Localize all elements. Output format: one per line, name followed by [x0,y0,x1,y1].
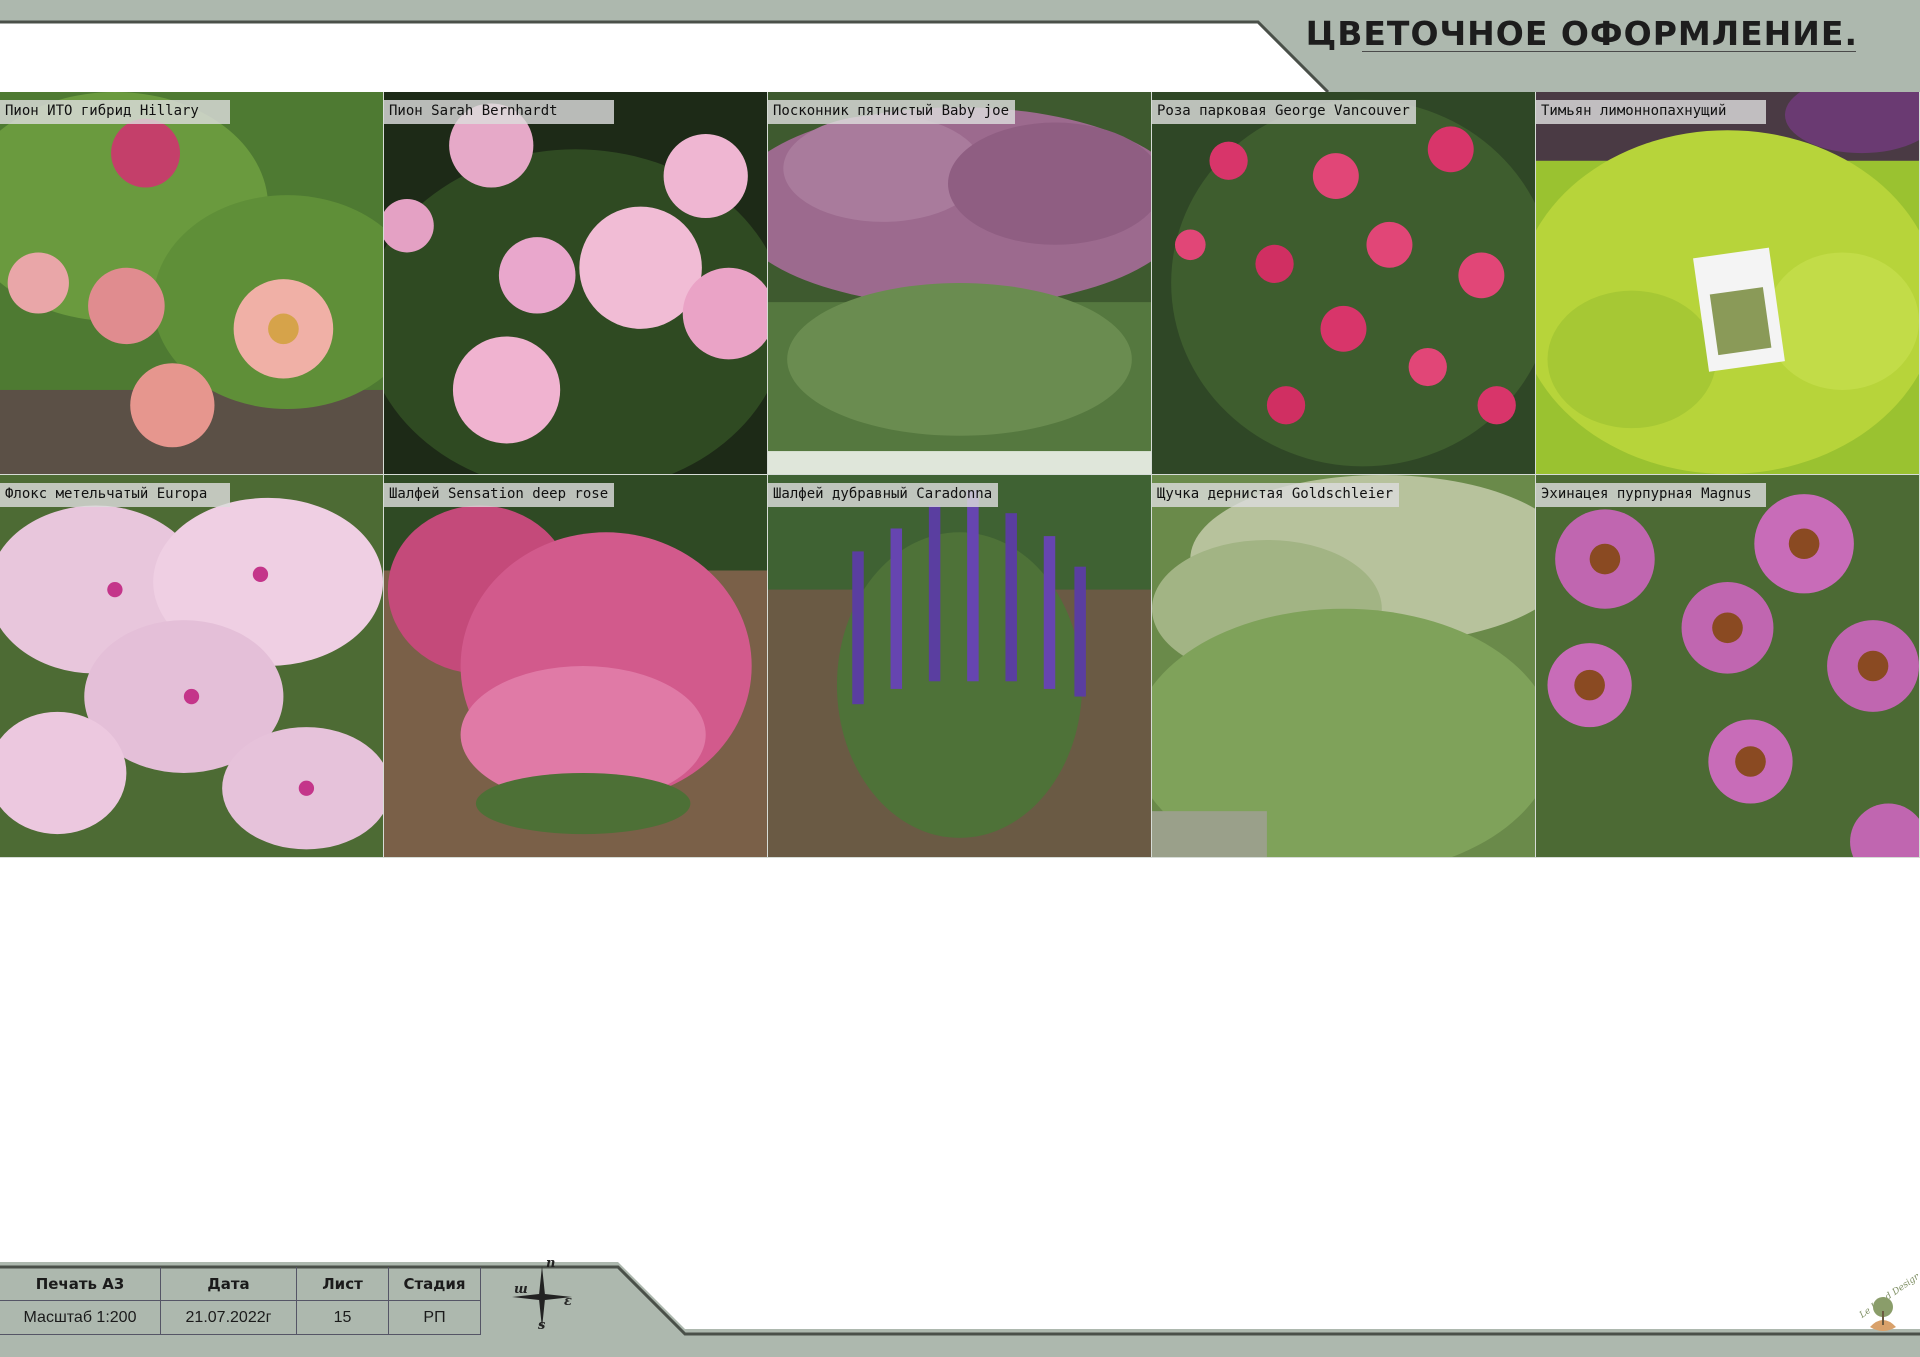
plant-label: Шалфей Sensation deep rose [384,483,615,507]
stage-header: Стадия [389,1267,481,1301]
plant-photo-eupatorium [768,92,1151,474]
plant-photo-thyme [1536,92,1919,474]
compass-rose: n s ш ε [508,1256,576,1333]
date-value: 21.07.2022г [161,1301,297,1335]
plant-label: Пион Sarah Bernhardt [384,100,614,124]
plant-gallery: Пион ИТО гибрид Hillary Пион Sarah Bernh… [0,92,1920,858]
plant-photo-peony-sarah [384,92,767,474]
plant-photo-salvia-rose [384,475,767,857]
plant-photo-echinacea [1536,475,1919,857]
plant-photo-deschampsia [1152,475,1535,857]
print-format-header: Печать А3 [0,1267,161,1301]
compass-north: n [546,1256,556,1271]
plant-label: Шалфей дубравный Caradonna [768,483,999,507]
plant-label: Пион ИТО гибрид Hillary [0,100,230,124]
compass-west: ш [514,1282,528,1297]
plant-tile: Шалфей дубравный Caradonna [768,475,1152,858]
plant-label: Флокс метельчатый Europa [0,483,230,507]
date-header: Дата [161,1267,297,1301]
sheet-header: Лист [297,1267,389,1301]
page-title: ЦВЕТОЧНОЕ ОФОРМЛЕНИЕ. [1305,14,1858,53]
compass-south: s [538,1318,546,1333]
plant-tile: Флокс метельчатый Europa [0,475,384,858]
sheet-value: 15 [297,1301,389,1335]
plant-photo-rose-vancouver [1152,92,1535,474]
title-block: Печать А3 Дата Лист Стадия Масштаб 1:200… [0,1267,481,1335]
plant-label: Щучка дернистая Goldschleier [1152,483,1400,507]
plant-label: Эхинацея пурпурная Magnus [1536,483,1766,507]
plant-tile: Эхинацея пурпурная Magnus [1536,475,1920,858]
plant-tile: Тимьян лимоннопахнущий [1536,92,1920,475]
stage-value: РП [389,1301,481,1335]
plant-label: Посконник пятнистый Baby joe [768,100,1016,124]
scale-value: Масштаб 1:200 [0,1301,161,1335]
company-logo: Le Land Design [1857,1271,1918,1331]
plant-tile: Щучка дернистая Goldschleier [1152,475,1536,858]
plant-tile: Посконник пятнистый Baby joe [768,92,1152,475]
compass-east: ε [564,1294,572,1309]
plant-tile: Пион ИТО гибрид Hillary [0,92,384,475]
plant-photo-salvia-caradonna [768,475,1151,857]
plant-label: Роза парковая George Vancouver [1152,100,1416,124]
plant-tile: Роза парковая George Vancouver [1152,92,1536,475]
plant-tile: Шалфей Sensation deep rose [384,475,768,858]
plant-photo-phlox [0,475,383,857]
plant-tile: Пион Sarah Bernhardt [384,92,768,475]
plant-photo-peony-hillary [0,92,383,474]
title-underline [1362,51,1856,52]
plant-label: Тимьян лимоннопахнущий [1536,100,1766,124]
